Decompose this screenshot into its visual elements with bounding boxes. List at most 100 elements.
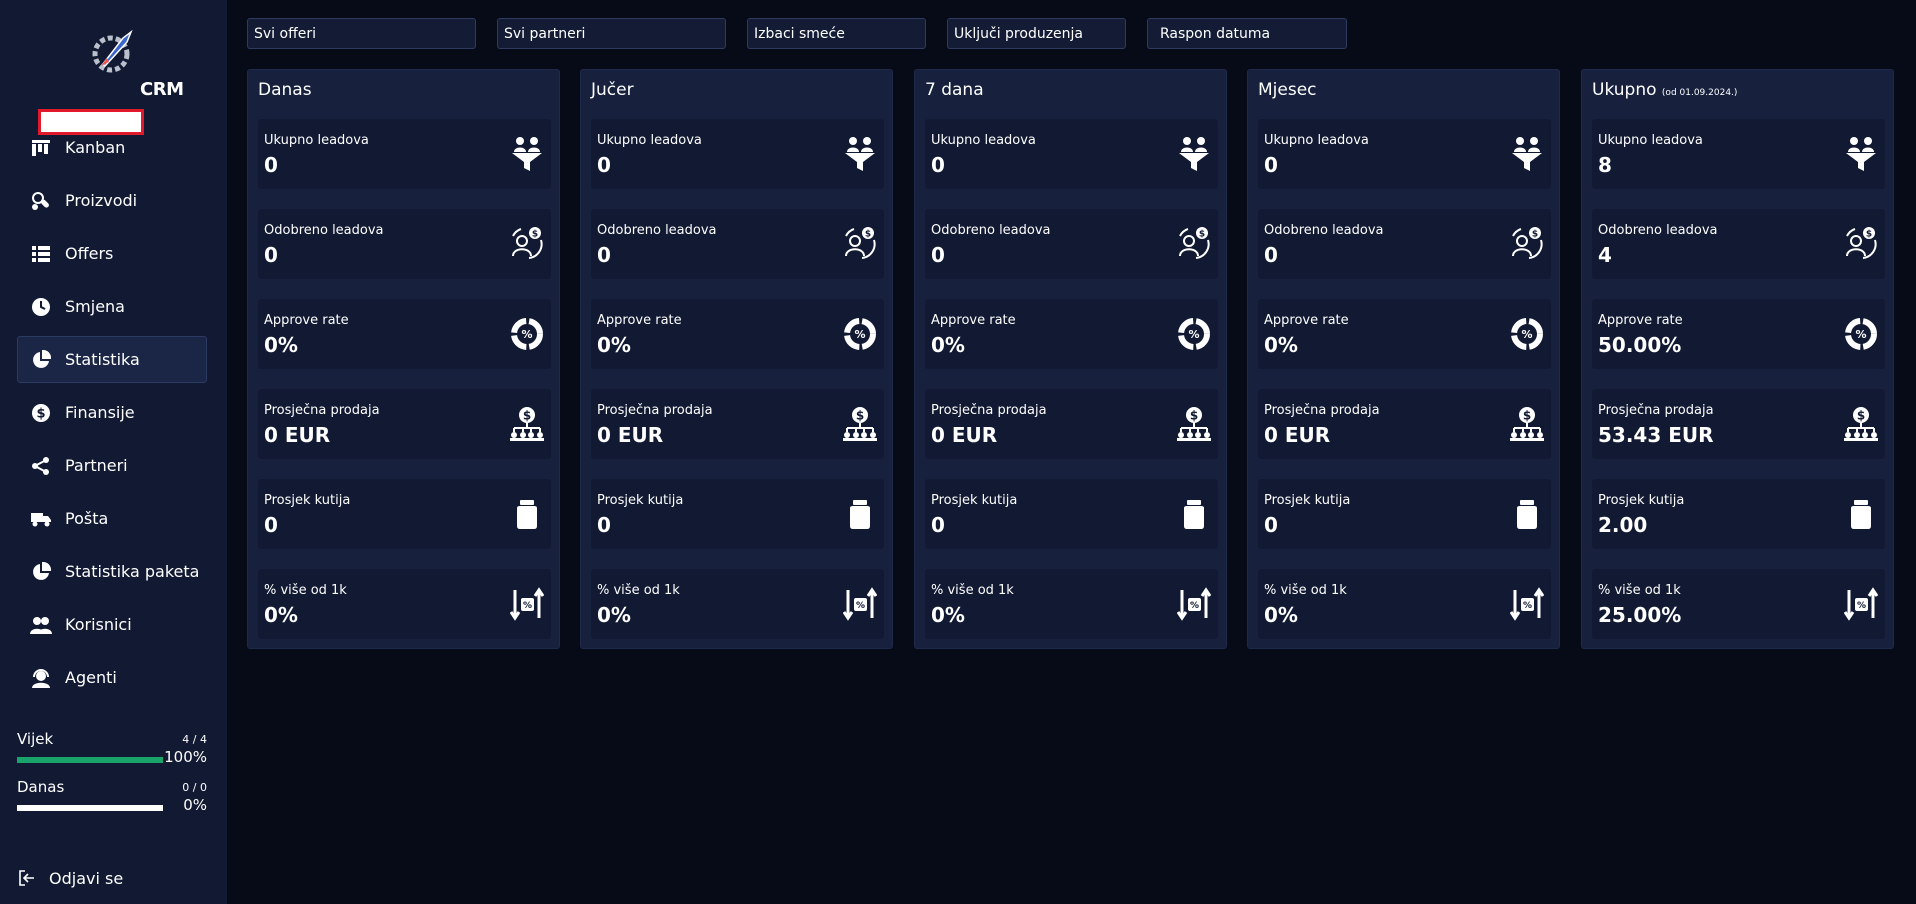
kanban-icon	[29, 136, 53, 160]
percent-donut-icon: %	[1843, 316, 1879, 352]
progress-percent: 0%	[183, 796, 207, 814]
svg-text:$: $	[865, 230, 871, 240]
svg-text:%: %	[854, 328, 865, 341]
stat-label: Prosjek kutija	[264, 493, 351, 508]
sidebar-item-finansije[interactable]: $ Finansije	[17, 389, 207, 436]
sidebar-item-statistika-paketa[interactable]: Statistika paketa	[17, 548, 207, 595]
share-icon	[29, 454, 53, 478]
sidebar-item-pošta[interactable]: Pošta	[17, 495, 207, 542]
stat-card: Prosjek kutija 0	[591, 479, 884, 549]
stat-label: % više od 1k	[597, 583, 680, 598]
stat-value: 0 EUR	[597, 423, 664, 447]
stats-column-danas: Danas Ukupno leadova 0 Odobreno leadova 0 $ A…	[247, 69, 560, 649]
sidebar-item-statistika[interactable]: Statistika	[17, 336, 207, 383]
percent-donut-icon: %	[509, 316, 545, 352]
stat-label: Prosjek kutija	[1264, 493, 1351, 508]
stat-value: 0%	[597, 603, 631, 627]
stat-label: % više od 1k	[1264, 583, 1347, 598]
stat-value: 0%	[597, 333, 631, 357]
svg-text:$: $	[1857, 409, 1865, 423]
sidebar-item-label: Agenti	[65, 668, 117, 687]
sidebar-item-kanban[interactable]: Kanban	[17, 124, 207, 171]
svg-text:%: %	[523, 601, 532, 611]
filter-extensions-toggle[interactable]: Uključi produzenja	[947, 18, 1126, 49]
stat-card: Prosjek kutija 0	[258, 479, 551, 549]
svg-text:%: %	[1523, 601, 1532, 611]
svg-text:$: $	[1866, 230, 1872, 240]
stat-value: 0	[1264, 513, 1278, 537]
jar-icon	[842, 496, 878, 532]
stat-card: Odobreno leadova 0 $	[258, 209, 551, 279]
dollar-hierarchy-icon: $	[1509, 406, 1545, 442]
stat-value: 0%	[1264, 333, 1298, 357]
column-title: 7 dana	[925, 80, 984, 100]
sidebar-item-korisnici[interactable]: Korisnici	[17, 601, 207, 648]
sidebar-item-smjena[interactable]: Smjena	[17, 283, 207, 330]
progress-bar	[17, 805, 163, 811]
stat-label: Ukupno leadova	[1264, 133, 1369, 148]
stat-card: Prosjek kutija 0	[1258, 479, 1551, 549]
funnel-users-icon	[1509, 136, 1545, 172]
column-title: Mjesec	[1258, 80, 1317, 100]
stat-value: 0%	[1264, 603, 1298, 627]
progress-count: 4 / 4	[182, 733, 207, 746]
logout-button[interactable]: Odjavi se	[17, 868, 123, 888]
funnel-users-icon	[842, 136, 878, 172]
sidebar-item-proizvodi[interactable]: Proizvodi	[17, 177, 207, 224]
stat-card: % više od 1k 0%%	[925, 569, 1218, 639]
column-subtitle: (od 01.09.2024.)	[1661, 88, 1738, 98]
percent-arrows-icon: %	[1176, 586, 1212, 622]
sidebar-item-label: Pošta	[65, 509, 109, 528]
sidebar-item-partneri[interactable]: Partneri	[17, 442, 207, 489]
filter-trash-toggle[interactable]: Izbaci smeće	[747, 18, 926, 49]
stat-label: Prosjek kutija	[597, 493, 684, 508]
funnel-users-icon	[1176, 136, 1212, 172]
stat-value: 0	[931, 243, 945, 267]
stat-card: Prosječna prodaja 0 EUR $	[1258, 389, 1551, 459]
sidebar: CRM Kanban Proizvodi Offers Smjena Statistik…	[0, 0, 227, 904]
svg-text:$: $	[1532, 230, 1538, 240]
svg-text:$: $	[856, 409, 864, 423]
stat-value: 0	[597, 513, 611, 537]
stat-card: % više od 1k 0%%	[591, 569, 884, 639]
stat-value: 0	[931, 513, 945, 537]
svg-text:%: %	[1857, 601, 1866, 611]
sidebar-item-agenti[interactable]: Agenti	[17, 654, 207, 701]
stat-card: Odobreno leadova 0 $	[1258, 209, 1551, 279]
sidebar-item-label: Kanban	[65, 138, 126, 157]
jar-icon	[1509, 496, 1545, 532]
date-range-picker[interactable]: Raspon datuma	[1147, 18, 1347, 49]
stat-label: Ukupno leadova	[931, 133, 1036, 148]
dollar-hierarchy-icon: $	[1176, 406, 1212, 442]
stat-value: 0	[1264, 153, 1278, 177]
jar-icon	[509, 496, 545, 532]
sidebar-item-label: Smjena	[65, 297, 125, 316]
percent-donut-icon: %	[1176, 316, 1212, 352]
stats-column-7-dana: 7 dana Ukupno leadova 0 Odobreno leadova 0 $…	[914, 69, 1227, 649]
svg-text:$: $	[1190, 409, 1198, 423]
progress-percent: 100%	[164, 748, 207, 766]
stat-card: Prosječna prodaja 0 EUR $	[258, 389, 551, 459]
sidebar-item-label: Statistika paketa	[65, 562, 200, 581]
stat-value: 0 EUR	[264, 423, 331, 447]
filter-offers-select[interactable]: Svi offeri	[247, 18, 476, 49]
stat-value: 0	[1264, 243, 1278, 267]
filter-partners-select[interactable]: Svi partneri	[497, 18, 726, 49]
stat-label: Odobreno leadova	[1264, 223, 1384, 238]
logout-label: Odjavi se	[49, 868, 124, 888]
user-dollar-icon: $	[1843, 226, 1879, 262]
column-title: Jučer	[591, 80, 634, 100]
stat-label: Odobreno leadova	[597, 223, 717, 238]
stat-value: 2.00	[1598, 513, 1648, 537]
stat-value: 0	[264, 513, 278, 537]
stat-label: Prosječna prodaja	[931, 403, 1047, 418]
svg-text:%: %	[856, 601, 865, 611]
svg-text:$: $	[532, 230, 538, 240]
stat-label: Ukupno leadova	[597, 133, 702, 148]
stat-card: Approve rate 0%%	[591, 299, 884, 369]
stat-label: Approve rate	[931, 313, 1016, 328]
sidebar-item-offers[interactable]: Offers	[17, 230, 207, 277]
stat-value: 0	[264, 153, 278, 177]
stat-label: Prosjek kutija	[931, 493, 1018, 508]
stat-label: Approve rate	[1598, 313, 1683, 328]
